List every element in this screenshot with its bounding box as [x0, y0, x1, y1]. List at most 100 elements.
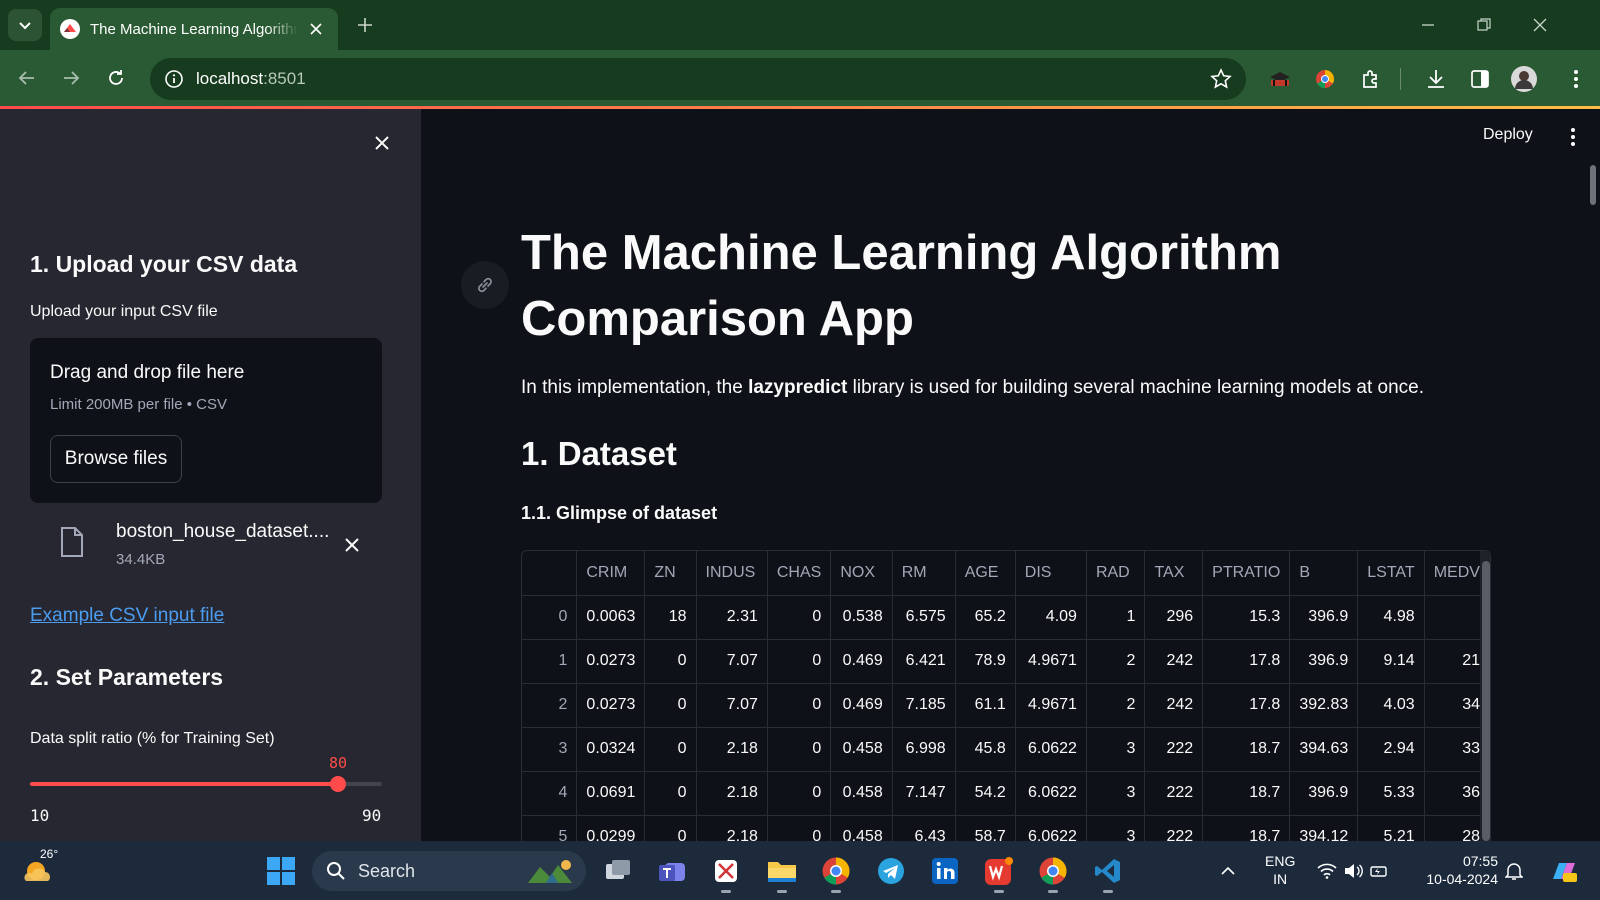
tab-search-button[interactable]: [8, 9, 42, 41]
start-button[interactable]: [263, 853, 299, 889]
telegram-app[interactable]: [873, 853, 909, 889]
restore-button[interactable]: [1470, 12, 1498, 38]
close-icon: [375, 136, 389, 150]
copilot-icon: [1553, 863, 1577, 882]
back-button[interactable]: [13, 64, 41, 92]
extensions-button[interactable]: [1357, 65, 1385, 93]
browse-files-button[interactable]: Browse files: [50, 435, 182, 483]
column-header[interactable]: LSTAT: [1357, 551, 1425, 596]
wps-office-app[interactable]: [981, 853, 1017, 893]
taskbar: 26° Search ENG IN 07:55 10-04-2024: [0, 841, 1600, 900]
tab-close-button[interactable]: [306, 19, 326, 39]
profile-avatar[interactable]: [1510, 65, 1538, 93]
column-header[interactable]: ZN: [644, 551, 697, 596]
chrome-profile-app[interactable]: [1035, 853, 1071, 893]
column-header[interactable]: AGE: [955, 551, 1016, 596]
minimize-button[interactable]: [1414, 12, 1442, 38]
extension-mortarboard-icon[interactable]: [1266, 65, 1294, 93]
show-hidden-icons-button[interactable]: [1216, 853, 1240, 889]
table-cell: 15.3: [1202, 595, 1291, 640]
example-csv-link[interactable]: Example CSV input file: [30, 605, 224, 627]
wifi-status[interactable]: [1316, 853, 1338, 889]
column-header[interactable]: CHAS: [767, 551, 832, 596]
remove-file-button[interactable]: [340, 533, 364, 557]
parameters-section-title: 2. Set Parameters: [30, 664, 224, 690]
table-row[interactable]: 2 0.0273 0 7.07 0 0.469 7.185 61.1 4.9671 2 242 17.…: [522, 683, 1490, 728]
close-window-button[interactable]: [1526, 12, 1554, 38]
site-info-icon[interactable]: [164, 69, 184, 89]
bookmark-star-icon[interactable]: [1210, 68, 1232, 90]
column-header[interactable]: RM: [892, 551, 956, 596]
table-row[interactable]: 1 0.0273 0 7.07 0 0.469 6.421 78.9 4.9671 2 242 17.…: [522, 639, 1490, 684]
browser-menu-button[interactable]: [1562, 65, 1590, 93]
index-header: [522, 551, 578, 596]
column-header[interactable]: NOX: [830, 551, 893, 596]
table-cell: 7.07: [696, 683, 768, 728]
volume-control[interactable]: [1342, 853, 1364, 889]
file-dropzone[interactable]: Drag and drop file here Limit 200MB per …: [30, 338, 382, 503]
downloads-button[interactable]: [1422, 65, 1450, 93]
notifications-button[interactable]: [1502, 853, 1526, 889]
table-row[interactable]: 3 0.0324 0 2.18 0 0.458 6.998 45.8 6.0622 3 222 18.…: [522, 727, 1490, 772]
table-cell: 6.575: [892, 595, 956, 640]
table-cell: 0.469: [830, 639, 893, 684]
telegram-icon: [878, 858, 904, 884]
new-tab-button[interactable]: [354, 14, 376, 36]
reload-button[interactable]: [102, 64, 130, 92]
running-indicator: [1103, 890, 1113, 893]
linkedin-app[interactable]: [927, 853, 963, 889]
running-indicator: [831, 890, 841, 893]
file-explorer-app[interactable]: [764, 853, 800, 893]
extension-chrome-icon[interactable]: [1311, 65, 1339, 93]
app-menu-button[interactable]: [1563, 126, 1583, 148]
table-row[interactable]: 5 0.0299 0 2.18 0 0.458 6.43 58.7 6.0622 3 222 18.7…: [522, 815, 1490, 841]
file-icon: [61, 527, 83, 557]
taskbar-search[interactable]: Search: [312, 851, 586, 891]
table-cell: 4.03: [1357, 683, 1425, 728]
close-icon: [345, 538, 359, 552]
teams-app[interactable]: [654, 853, 690, 889]
deploy-button[interactable]: Deploy: [1483, 126, 1533, 144]
title-anchor-link[interactable]: [461, 261, 509, 309]
chrome-app[interactable]: [818, 853, 854, 893]
battery-status[interactable]: [1368, 853, 1390, 889]
dataset-table[interactable]: CRIM ZN INDUS CHAS NOX RM AGE DIS RAD TAX PTRATIO B…: [521, 550, 1491, 841]
table-cell: 4.9671: [1015, 683, 1087, 728]
task-view-button[interactable]: [600, 853, 636, 889]
table-row[interactable]: 0 0.0063 18 2.31 0 0.538 6.575 65.2 4.09 1 296 15.3…: [522, 595, 1490, 640]
column-header[interactable]: CRIM: [576, 551, 646, 596]
column-header[interactable]: INDUS: [696, 551, 768, 596]
column-header[interactable]: PTRATIO: [1202, 551, 1291, 596]
forward-button[interactable]: [57, 64, 85, 92]
system-clock[interactable]: 07:55 10-04-2024: [1418, 852, 1498, 888]
input-language-indicator[interactable]: ENG IN: [1265, 852, 1295, 888]
side-panel-button[interactable]: [1466, 65, 1494, 93]
table-row[interactable]: 4 0.0691 0 2.18 0 0.458 7.147 54.2 6.0622 3 222 18.…: [522, 771, 1490, 816]
page-scrollbar[interactable]: [1590, 165, 1596, 205]
table-cell: 392.83: [1289, 683, 1359, 728]
column-header[interactable]: RAD: [1086, 551, 1146, 596]
url-text[interactable]: localhost:8501: [196, 69, 306, 89]
address-bar[interactable]: localhost:8501: [150, 58, 1246, 100]
arrow-left-icon: [18, 71, 34, 85]
table-cell: 18.7: [1202, 727, 1291, 772]
split-ratio-slider[interactable]: [30, 776, 382, 792]
column-header[interactable]: DIS: [1015, 551, 1087, 596]
table-scrollbar[interactable]: [1480, 551, 1490, 841]
clock-time: 07:55: [1462, 853, 1498, 869]
wps-office-icon: [985, 857, 1013, 885]
table-cell: 61.1: [955, 683, 1016, 728]
copilot-button[interactable]: [1546, 853, 1582, 889]
table-cell: 242: [1144, 683, 1204, 728]
slider-thumb[interactable]: [330, 776, 346, 792]
snipping-tool-app[interactable]: [708, 853, 744, 893]
url-host: localhost: [196, 69, 264, 88]
sidebar-close-button[interactable]: [370, 131, 394, 155]
table-scrollbar-thumb[interactable]: [1482, 561, 1490, 841]
running-indicator: [1048, 890, 1058, 893]
browser-tab[interactable]: The Machine Learning Algorithm Compariso…: [50, 8, 338, 50]
column-header[interactable]: B: [1289, 551, 1359, 596]
vscode-app[interactable]: [1090, 853, 1126, 893]
column-header[interactable]: TAX: [1144, 551, 1204, 596]
uploaded-file: boston_house_dataset.... 34.4KB: [30, 519, 382, 579]
